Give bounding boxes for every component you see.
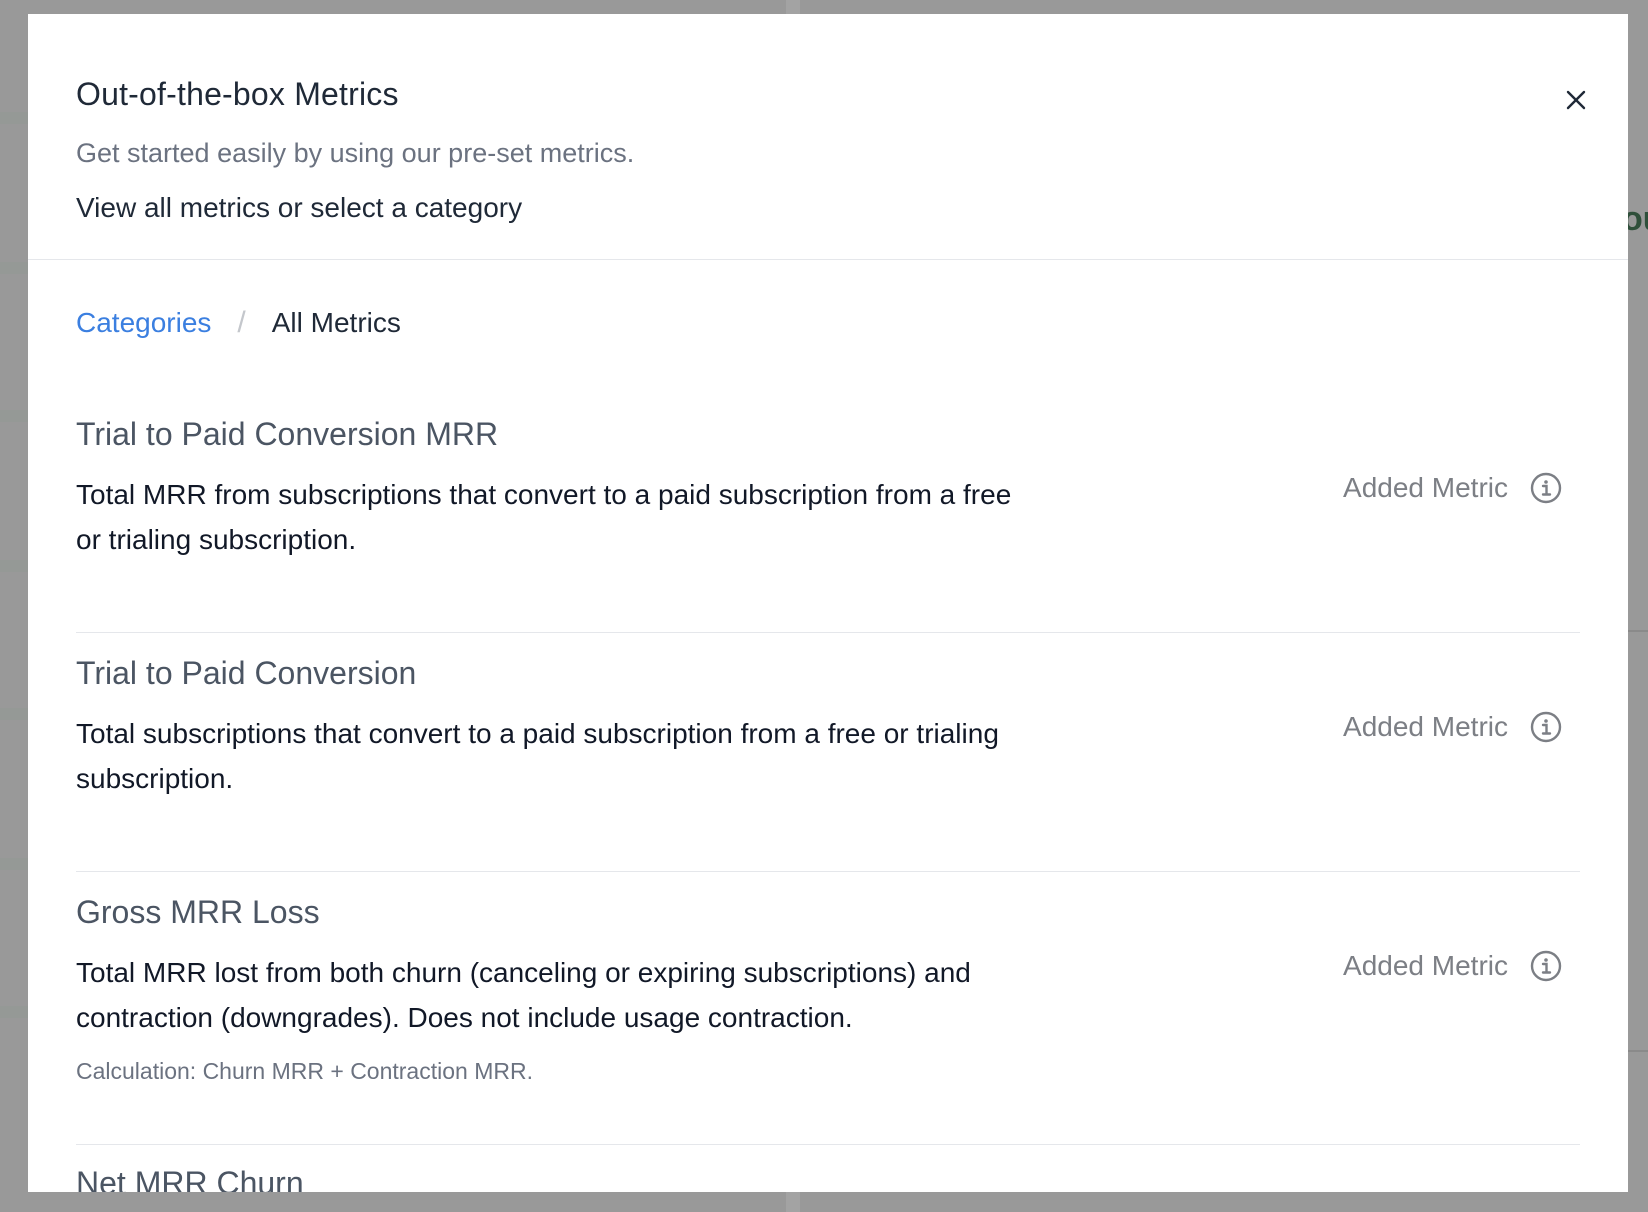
metric-description: Total MRR from subscriptions that conver… xyxy=(76,479,1012,555)
background-strip xyxy=(0,410,28,422)
added-metric-label: Added Metric xyxy=(1343,950,1508,981)
background-strip xyxy=(0,1006,28,1018)
metric-item: Trial to Paid Conversion MRR Total MRR f… xyxy=(76,394,1580,633)
close-icon xyxy=(1566,90,1586,110)
breadcrumb-separator: / xyxy=(237,306,246,339)
metric-calculation: Calculation: Churn MRR + Contraction MRR… xyxy=(76,1058,533,1084)
metrics-modal: Out-of-the-box Metrics Get started easil… xyxy=(28,14,1628,1192)
breadcrumb-current: All Metrics xyxy=(271,307,401,338)
modal-prompt: View all metrics or select a category xyxy=(76,192,523,223)
breadcrumb-categories-link[interactable]: Categories xyxy=(76,307,211,339)
metric-item: Trial to Paid Conversion Total subscript… xyxy=(76,633,1580,872)
metric-name: Gross MRR Loss xyxy=(76,894,320,930)
metric-name: Trial to Paid Conversion MRR xyxy=(76,416,499,452)
metric-description: Total subscriptions that convert to a pa… xyxy=(76,718,999,794)
info-icon[interactable] xyxy=(1530,950,1562,982)
metric-list: Trial to Paid Conversion MRR Total MRR f… xyxy=(76,394,1580,1192)
metric-name: Trial to Paid Conversion xyxy=(76,655,417,691)
background-line xyxy=(1628,630,1648,632)
metric-status: Added Metric xyxy=(1343,711,1562,743)
added-metric-label: Added Metric xyxy=(1343,472,1508,503)
metric-item: Gross MRR Loss Total MRR lost from both … xyxy=(76,872,1580,1145)
modal-subtitle: Get started easily by using our pre-set … xyxy=(76,138,635,168)
background-line xyxy=(1628,1050,1648,1052)
background-strip xyxy=(0,560,28,572)
metric-status: Added Metric xyxy=(1343,950,1562,982)
info-icon[interactable] xyxy=(1530,711,1562,743)
background-strip xyxy=(0,112,28,124)
background-strip xyxy=(0,262,28,274)
metric-name: Net MRR Churn xyxy=(76,1165,304,1192)
background-strip xyxy=(0,708,28,720)
modal-header: Out-of-the-box Metrics Get started easil… xyxy=(28,14,1628,260)
info-icon[interactable] xyxy=(1530,472,1562,504)
added-metric-label: Added Metric xyxy=(1343,711,1508,742)
metric-item: Net MRR Churn xyxy=(76,1145,1580,1192)
modal-title: Out-of-the-box Metrics xyxy=(76,76,399,112)
metric-description: Total MRR lost from both churn (cancelin… xyxy=(76,957,971,1033)
metric-status: Added Metric xyxy=(1343,472,1562,504)
close-button[interactable] xyxy=(1558,82,1594,118)
breadcrumb: Categories / All Metrics xyxy=(76,306,401,340)
background-strip xyxy=(0,858,28,870)
